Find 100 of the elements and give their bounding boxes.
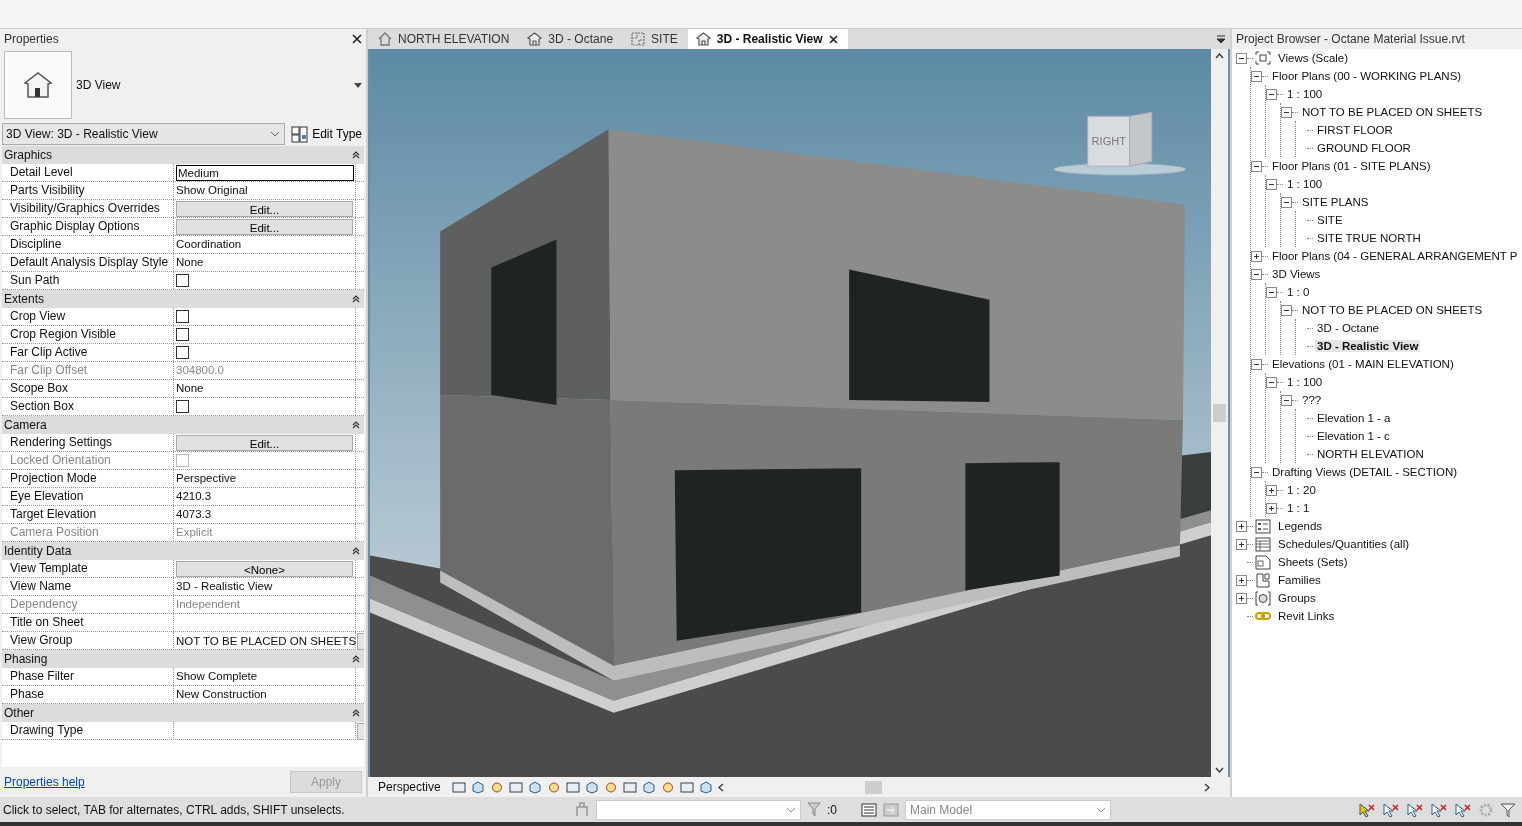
tree-item[interactable]: 3D - Realistic View <box>1315 340 1421 352</box>
collapse-toggle-icon[interactable] <box>1266 178 1277 190</box>
tree-item[interactable]: 1 : 1 <box>1285 502 1312 514</box>
tab-overflow-icon[interactable] <box>1216 34 1226 44</box>
dropdown-arrow-icon[interactable] <box>354 82 362 88</box>
tree-item[interactable]: Views (Scale) <box>1276 52 1351 64</box>
collapse-icon[interactable] <box>352 421 360 429</box>
expand-toggle-icon[interactable] <box>1236 520 1247 532</box>
collapse-toggle-icon[interactable] <box>1281 196 1292 208</box>
expand-toggle-icon[interactable] <box>1236 538 1247 550</box>
tree-item[interactable]: FIRST FLOOR <box>1315 124 1395 136</box>
edit-button[interactable]: Edit... <box>176 200 353 217</box>
collapse-icon[interactable] <box>352 295 360 303</box>
collapse-toggle-icon[interactable] <box>1236 52 1247 64</box>
collapse-toggle-icon[interactable] <box>1266 88 1277 100</box>
collapse-toggle-icon[interactable] <box>1251 268 1262 280</box>
scroll-thumb[interactable] <box>865 780 883 794</box>
collapse-icon[interactable] <box>352 655 360 663</box>
expand-toggle-icon[interactable] <box>1236 574 1247 586</box>
help-link[interactable]: Properties help <box>4 775 85 789</box>
tree-item[interactable]: SITE <box>1315 214 1345 226</box>
cursor-icon[interactable] <box>1406 801 1424 818</box>
tree-item[interactable]: 3D Views <box>1270 268 1323 280</box>
scroll-thumb[interactable] <box>1213 404 1226 422</box>
tree-item[interactable]: ??? <box>1300 394 1324 406</box>
collapse-toggle-icon[interactable] <box>1281 394 1292 406</box>
cube-icon[interactable] <box>679 780 694 794</box>
tree-item[interactable]: 3D - Octane <box>1315 322 1381 334</box>
tree-item[interactable]: Groups <box>1276 592 1318 604</box>
view-tab[interactable]: NORTH ELEVATION <box>370 29 520 49</box>
tree-item[interactable]: SITE TRUE NORTH <box>1315 232 1423 244</box>
collapse-icon[interactable] <box>352 709 360 717</box>
tree-item[interactable]: Legends <box>1276 520 1325 532</box>
checkbox[interactable] <box>176 346 189 359</box>
scroll-up-icon[interactable] <box>1215 53 1224 59</box>
close-icon[interactable] <box>352 34 362 44</box>
edit-button[interactable]: <None> <box>176 560 353 577</box>
view-tab[interactable]: 3D - Realistic View <box>687 29 848 49</box>
collapse-toggle-icon[interactable] <box>1251 70 1262 82</box>
tree-item[interactable]: 1 : 0 <box>1285 286 1312 298</box>
view-tab[interactable]: 3D - Octane <box>519 29 624 49</box>
list-icon[interactable] <box>861 802 877 817</box>
tree-item[interactable]: Floor Plans (00 - WORKING PLANS) <box>1270 70 1464 82</box>
filter-icon[interactable] <box>1500 801 1516 818</box>
tree-item[interactable]: Elevation 1 - a <box>1315 412 1393 424</box>
checkbox[interactable] <box>176 274 189 287</box>
checkbox[interactable] <box>176 310 189 323</box>
design-option-dropdown[interactable]: Main Model <box>905 799 1111 820</box>
cursor-icon[interactable] <box>1430 801 1448 818</box>
collapse-icon[interactable] <box>352 151 360 159</box>
expand-toggle-icon[interactable] <box>1266 502 1277 514</box>
collapse-toggle-icon[interactable] <box>1251 160 1262 172</box>
tree-item[interactable]: GROUND FLOOR <box>1315 142 1413 154</box>
tree-item[interactable]: 1 : 100 <box>1285 178 1325 190</box>
tree-item[interactable]: Families <box>1276 574 1323 586</box>
collapse-toggle-icon[interactable] <box>1266 286 1277 298</box>
tree-item[interactable]: NORTH ELEVATION <box>1315 448 1426 460</box>
expand-toggle-icon[interactable] <box>1236 592 1247 604</box>
edit-type-button[interactable]: Edit Type <box>291 125 362 143</box>
instance-selector[interactable]: 3D View: 3D - Realistic View <box>2 123 286 145</box>
checkbox[interactable] <box>176 328 189 341</box>
chevron-down-icon[interactable] <box>270 131 281 137</box>
tree-item[interactable]: NOT TO BE PLACED ON SHEETS <box>1300 304 1485 316</box>
view-tab[interactable]: SITE <box>623 29 688 49</box>
scroll-right-icon[interactable] <box>1204 782 1210 792</box>
collapse-toggle-icon[interactable] <box>1281 106 1292 118</box>
expand-toggle-icon[interactable] <box>1266 484 1277 496</box>
tree-item[interactable]: Revit Links <box>1276 610 1337 622</box>
collapse-icon[interactable] <box>352 547 360 555</box>
collapse-toggle-icon[interactable] <box>1266 376 1277 388</box>
collapse-toggle-icon[interactable] <box>1251 358 1262 370</box>
tree-item[interactable]: NOT TO BE PLACED ON SHEETS <box>1300 106 1485 118</box>
tree-item[interactable]: 1 : 100 <box>1285 376 1325 388</box>
scroll-left-icon[interactable] <box>717 782 724 792</box>
tree-item[interactable]: 1 : 20 <box>1285 484 1318 496</box>
checkbox[interactable] <box>176 400 189 413</box>
visual-style-icon[interactable] <box>451 780 466 794</box>
collapse-toggle-icon[interactable] <box>1281 304 1292 316</box>
collapse-toggle-icon[interactable] <box>1251 466 1262 478</box>
tree-item[interactable]: Schedules/Quantities (all) <box>1276 538 1412 550</box>
scroll-down-icon[interactable] <box>1215 767 1224 773</box>
tree-item[interactable]: SITE PLANS <box>1300 196 1371 208</box>
tree-item[interactable]: Elevation 1 - c <box>1315 430 1392 442</box>
tree-item[interactable]: Floor Plans (01 - SITE PLANS) <box>1270 160 1433 172</box>
edit-button[interactable]: Edit... <box>176 434 353 451</box>
expand-toggle-icon[interactable] <box>1251 250 1262 262</box>
close-icon[interactable] <box>828 34 838 44</box>
panel-title: Project Browser - Octane Material Issue.rvt <box>1232 29 1522 49</box>
tree-item[interactable]: Sheets (Sets) <box>1276 556 1350 568</box>
tree-item[interactable]: 1 : 100 <box>1285 88 1325 100</box>
tree-item[interactable]: Floor Plans (04 - GENERAL ARRANGEMENT P <box>1270 250 1520 262</box>
cursor-icon[interactable] <box>1382 801 1400 818</box>
selection-count: :0 <box>827 802 837 817</box>
property-field[interactable]: Medium <box>176 164 354 181</box>
cube-icon[interactable] <box>470 780 485 794</box>
edit-button[interactable]: Edit... <box>176 218 353 235</box>
tree-item[interactable]: Elevations (01 - MAIN ELEVATION) <box>1270 358 1456 370</box>
tree-item[interactable]: Drafting Views (DETAIL - SECTION) <box>1270 466 1460 478</box>
property-label: Projection Mode <box>2 470 174 487</box>
group-header: Camera <box>4 418 47 432</box>
